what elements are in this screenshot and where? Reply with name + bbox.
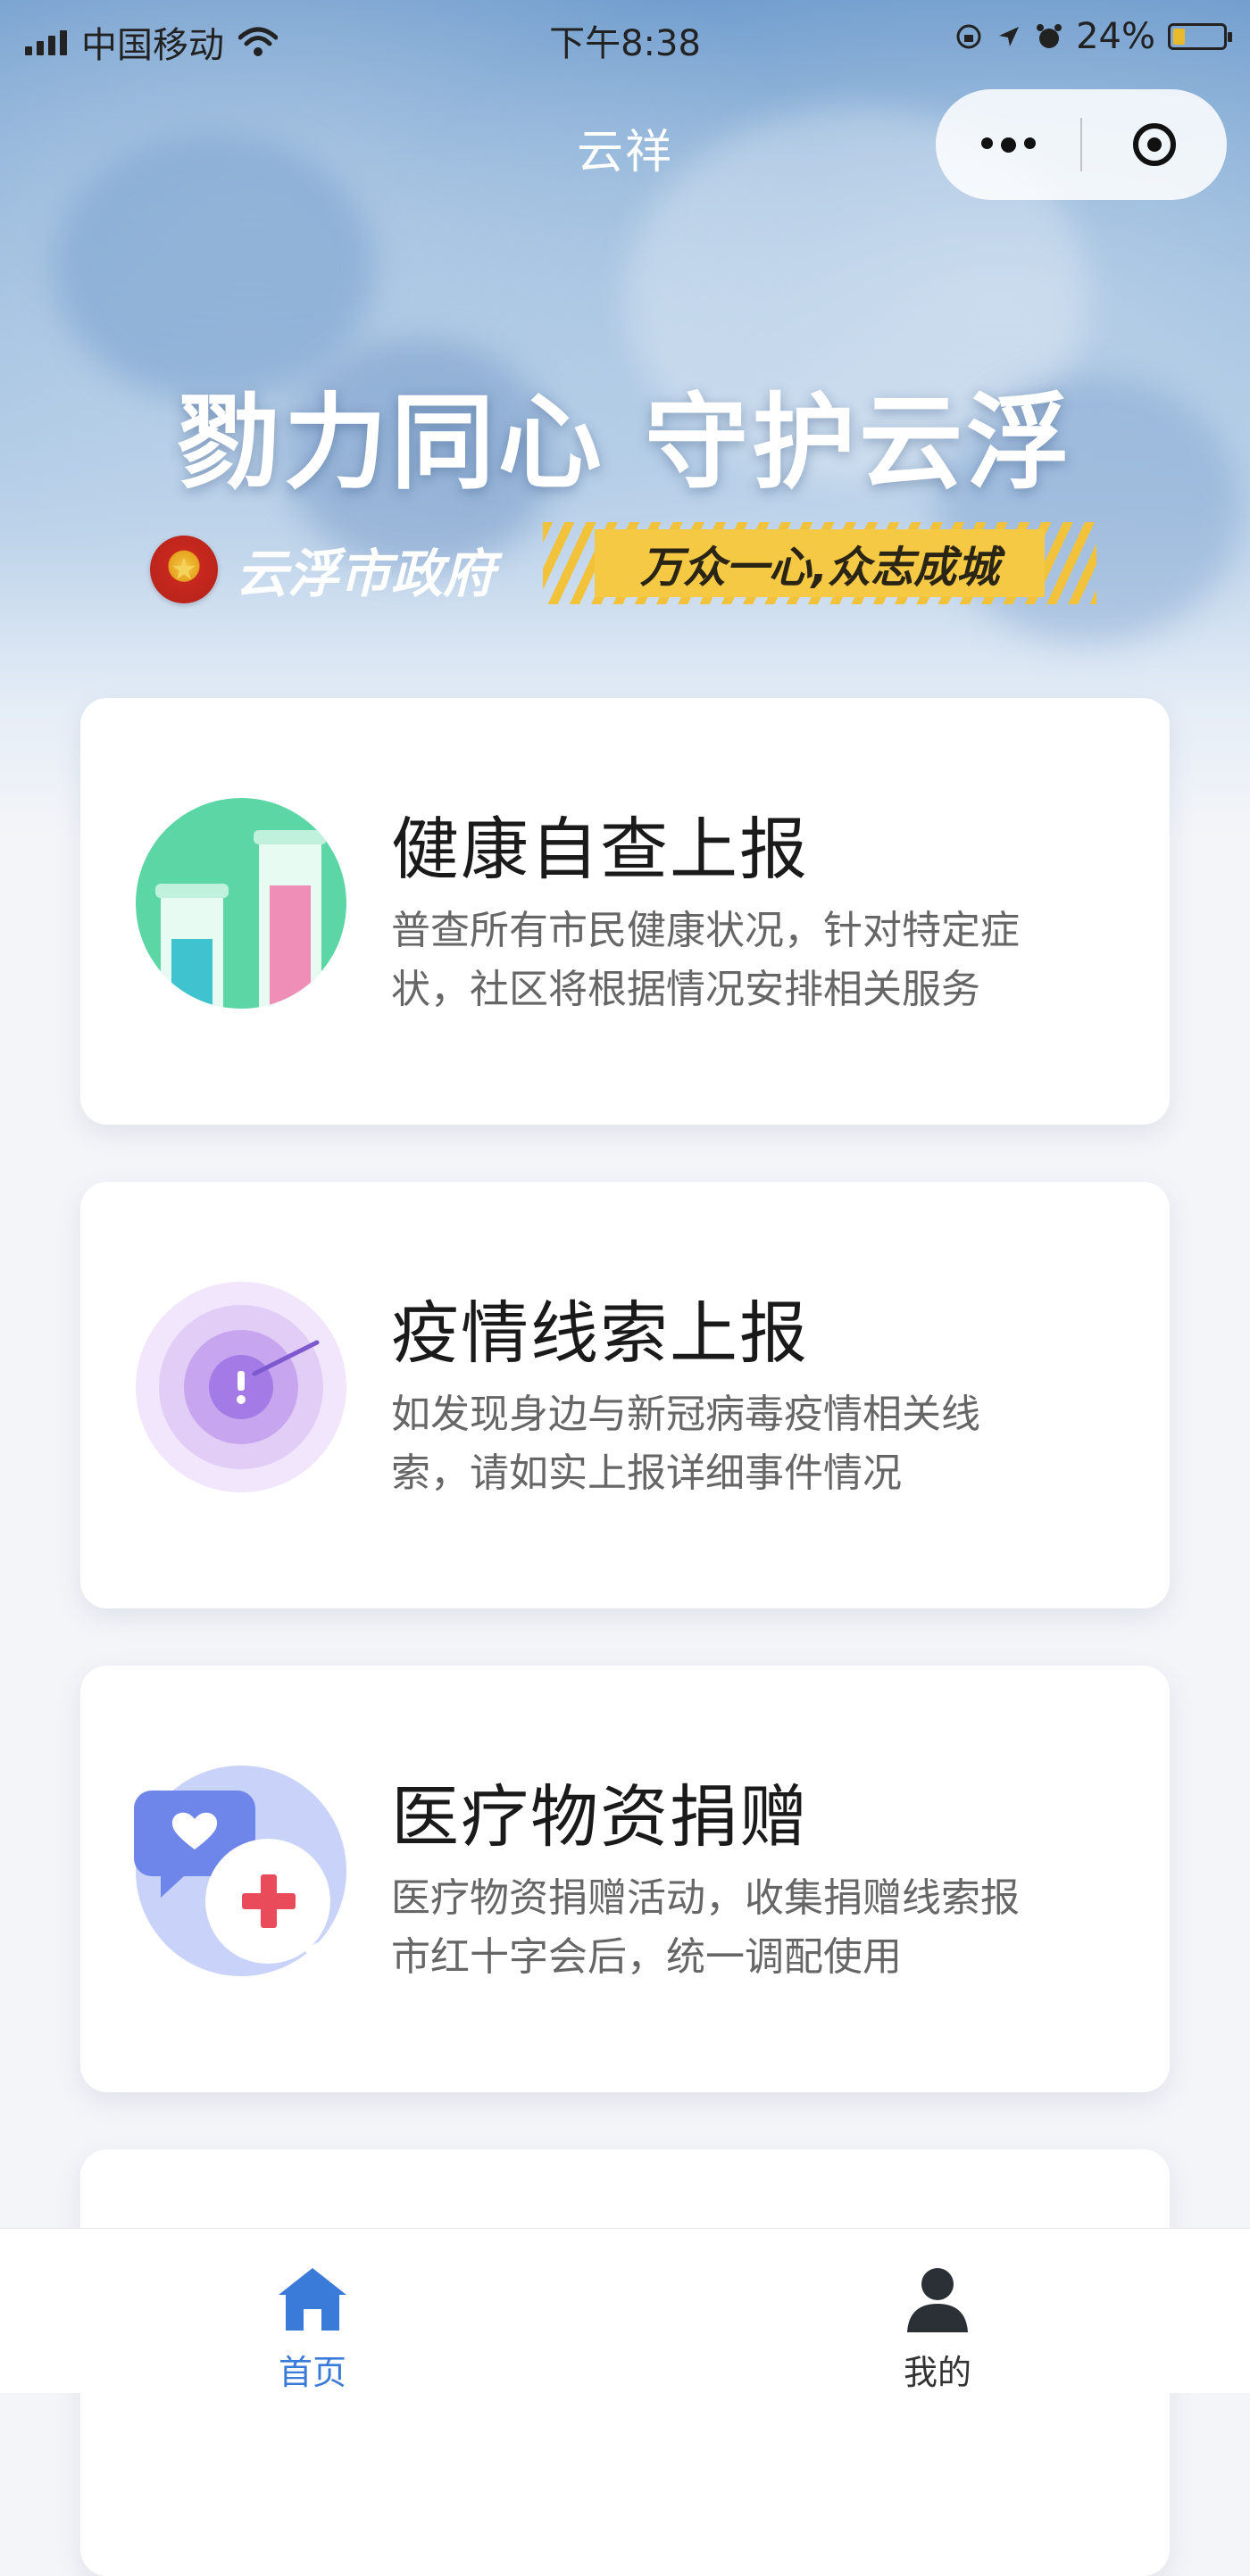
radar-alert-icon <box>134 1271 348 1503</box>
card-description-line: 市红十字会后，统一调配使用 <box>391 1934 902 1980</box>
battery-percent: 24% <box>1076 16 1155 57</box>
tab-mine[interactable]: 我的 <box>830 2264 1045 2394</box>
national-emblem-icon: ★ <box>150 536 218 603</box>
alarm-icon <box>1037 24 1062 48</box>
home-icon <box>279 2268 346 2331</box>
lock-rotation-icon <box>956 24 981 49</box>
close-miniprogram-button[interactable] <box>1082 123 1227 166</box>
card-description-line: 普查所有市民健康状况，针对特定症 <box>391 908 1020 953</box>
card-description: 医疗物资捐赠活动，收集捐赠线索报 市红十字会后，统一调配使用 <box>391 1869 1105 1987</box>
test-tubes-icon <box>134 787 348 1019</box>
location-icon <box>999 27 1020 46</box>
donation-chat-icon <box>134 1755 348 1987</box>
hero-headline: 勠力同心 守护云浮 <box>176 383 1074 503</box>
status-right: 24% <box>954 16 1232 57</box>
card-description-line: 索，请如实上报详细事件情况 <box>391 1450 902 1496</box>
card-title: 医疗物资捐赠 <box>391 1777 809 1857</box>
card-description-line: 如发现身边与新冠病毒疫情相关线 <box>391 1392 980 1437</box>
card-title: 健康自查上报 <box>391 810 809 889</box>
card-epidemic-clue-report[interactable]: 疫情线索上报 如发现身边与新冠病毒疫情相关线 索，请如实上报详细事件情况 <box>80 1182 1170 1608</box>
card-health-report[interactable]: 健康自查上报 普查所有市民健康状况，针对特定症 状，社区将根据情况安排相关服务 <box>80 698 1170 1125</box>
more-options-button[interactable] <box>936 137 1080 153</box>
battery-fill <box>1173 29 1185 45</box>
slogan-banner: 万众一心,众志成城 <box>543 522 1096 604</box>
government-label: ★ 云浮市政府 <box>150 532 495 607</box>
miniprogram-capsule <box>936 89 1227 200</box>
more-dots-icon <box>1000 137 1016 153</box>
card-description: 如发现身边与新冠病毒疫情相关线 索，请如实上报详细事件情况 <box>391 1385 1105 1503</box>
bottom-tab-bar: 首页 我的 <box>0 2228 1250 2393</box>
more-dots-icon <box>1023 137 1036 149</box>
more-dots-icon <box>980 137 993 149</box>
card-title: 疫情线索上报 <box>391 1293 809 1373</box>
card-description-line: 医疗物资捐赠活动，收集捐赠线索报 <box>391 1875 1020 1921</box>
card-medical-donation[interactable]: 医疗物资捐赠 医疗物资捐赠活动，收集捐赠线索报 市红十字会后，统一调配使用 <box>80 1666 1170 2092</box>
battery-icon <box>1168 23 1232 50</box>
tab-mine-label: 我的 <box>903 2353 971 2392</box>
slogan-text: 万众一心,众志成城 <box>595 529 1045 597</box>
user-icon <box>907 2268 968 2332</box>
card-description-line: 状，社区将根据情况安排相关服务 <box>391 967 980 1012</box>
government-name: 云浮市政府 <box>236 544 496 604</box>
target-circle-icon <box>1133 123 1176 166</box>
card-description: 普查所有市民健康状况，针对特定症 状，社区将根据情况安排相关服务 <box>391 902 1105 1019</box>
tab-home-label: 首页 <box>278 2353 346 2392</box>
tab-home[interactable]: 首页 <box>205 2264 420 2394</box>
status-bar: 中国移动 下午8:38 24% <box>0 0 1250 77</box>
